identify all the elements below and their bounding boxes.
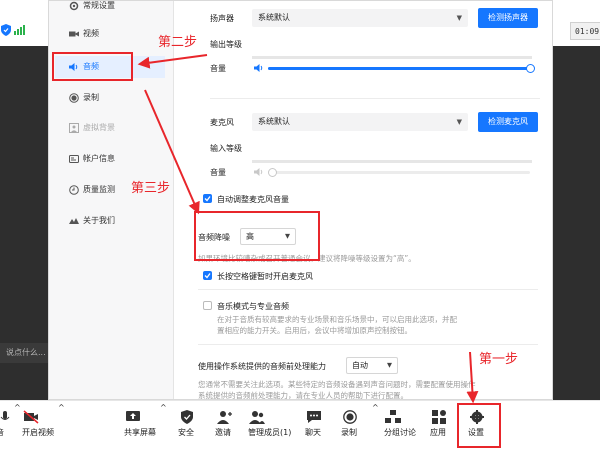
- step2-annotation: 第二步: [158, 35, 198, 50]
- step2-arrow: [137, 54, 208, 69]
- step1-annotation: 第一步: [479, 352, 519, 367]
- step1-arrow: [466, 351, 479, 404]
- step3-annotation: 第三步: [131, 181, 171, 196]
- annotation-arrows: [137, 54, 479, 404]
